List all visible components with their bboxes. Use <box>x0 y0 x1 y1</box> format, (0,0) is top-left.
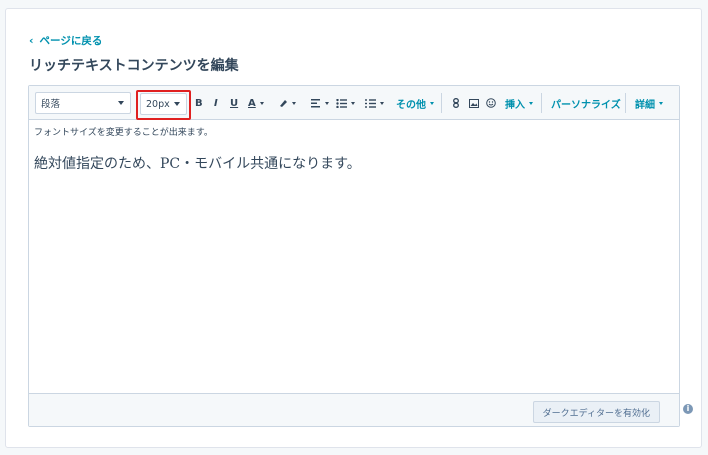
info-icon[interactable]: i <box>683 404 693 414</box>
info-icon-glyph: i <box>686 404 690 413</box>
toolbar-divider <box>541 93 542 113</box>
insert-menu-label: 挿入 <box>505 99 525 111</box>
editor-footer: ダークエディターを有効化 <box>29 393 679 426</box>
enable-dark-editor-label: ダークエディターを有効化 <box>542 408 650 419</box>
insert-image-button[interactable] <box>469 95 479 111</box>
image-icon <box>469 98 479 108</box>
align-left-icon <box>311 98 320 107</box>
advanced-menu[interactable]: 詳細 <box>635 95 663 111</box>
personalize-label: パーソナライズ <box>551 99 621 111</box>
bullet-list-icon <box>336 98 347 108</box>
content-hint-text: フォントサイズを変更することが出来ます。 <box>34 128 213 138</box>
bold-button[interactable]: B <box>195 95 203 111</box>
font-size-highlight-box <box>136 90 191 120</box>
chevron-down-icon <box>292 101 296 105</box>
chevron-down-icon <box>118 101 124 105</box>
insert-menu[interactable]: 挿入 <box>505 95 533 111</box>
highlight-color-button[interactable] <box>278 95 296 111</box>
chevron-down-icon <box>380 101 384 105</box>
chevron-down-icon <box>351 101 355 105</box>
back-to-page-link[interactable]: ‹ ページに戻る <box>29 33 102 48</box>
chevron-left-icon: ‹ <box>29 34 34 47</box>
paragraph-style-value: 段落 <box>41 99 61 110</box>
more-menu[interactable]: その他 <box>396 95 434 111</box>
chevron-down-icon <box>529 101 533 105</box>
emoji-icon <box>486 98 496 108</box>
enable-dark-editor-button[interactable]: ダークエディターを有効化 <box>532 401 660 423</box>
link-button[interactable] <box>453 95 459 111</box>
page-title: リッチテキストコンテンツを編集 <box>29 58 239 74</box>
text-color-button[interactable]: A <box>248 95 264 111</box>
numbered-list-icon <box>365 98 376 108</box>
personalize-button[interactable]: パーソナライズ <box>551 95 621 111</box>
italic-button[interactable]: I <box>214 95 218 111</box>
emoji-button[interactable] <box>486 95 496 111</box>
editor-content-area[interactable]: フォントサイズを変更することが出来ます。 絶対値指定のため、PC・モバイル共通に… <box>29 120 679 395</box>
numbered-list-button[interactable] <box>365 95 384 111</box>
italic-label: I <box>214 97 218 109</box>
more-menu-label: その他 <box>396 99 426 111</box>
advanced-menu-label: 詳細 <box>635 99 655 111</box>
marker-icon <box>280 100 287 107</box>
toolbar-divider <box>625 93 626 113</box>
underline-label: U <box>230 97 239 109</box>
chevron-down-icon <box>659 101 663 105</box>
editor-card: ‹ ページに戻る リッチテキストコンテンツを編集 段落 20px B I U A <box>5 8 702 448</box>
chevron-down-icon <box>259 101 264 105</box>
editor-toolbar: 段落 20px B I U A その他 挿入 パーソナライズ 詳細 <box>29 86 679 120</box>
text-color-label: A <box>248 97 256 109</box>
paragraph-style-select[interactable]: 段落 <box>35 92 131 114</box>
bulleted-list-button[interactable] <box>336 95 355 111</box>
bold-label: B <box>195 97 203 109</box>
back-link-label: ページに戻る <box>39 35 103 47</box>
rich-text-editor: 段落 20px B I U A その他 挿入 パーソナライズ 詳細 フォントサイ… <box>28 85 680 427</box>
chevron-down-icon <box>430 101 434 105</box>
link-icon <box>453 98 459 108</box>
content-main-text: 絶対値指定のため、PC・モバイル共通になります。 <box>34 156 361 172</box>
toolbar-divider <box>441 93 442 113</box>
align-button[interactable] <box>311 95 329 111</box>
underline-button[interactable]: U <box>230 95 238 111</box>
chevron-down-icon <box>325 101 329 105</box>
